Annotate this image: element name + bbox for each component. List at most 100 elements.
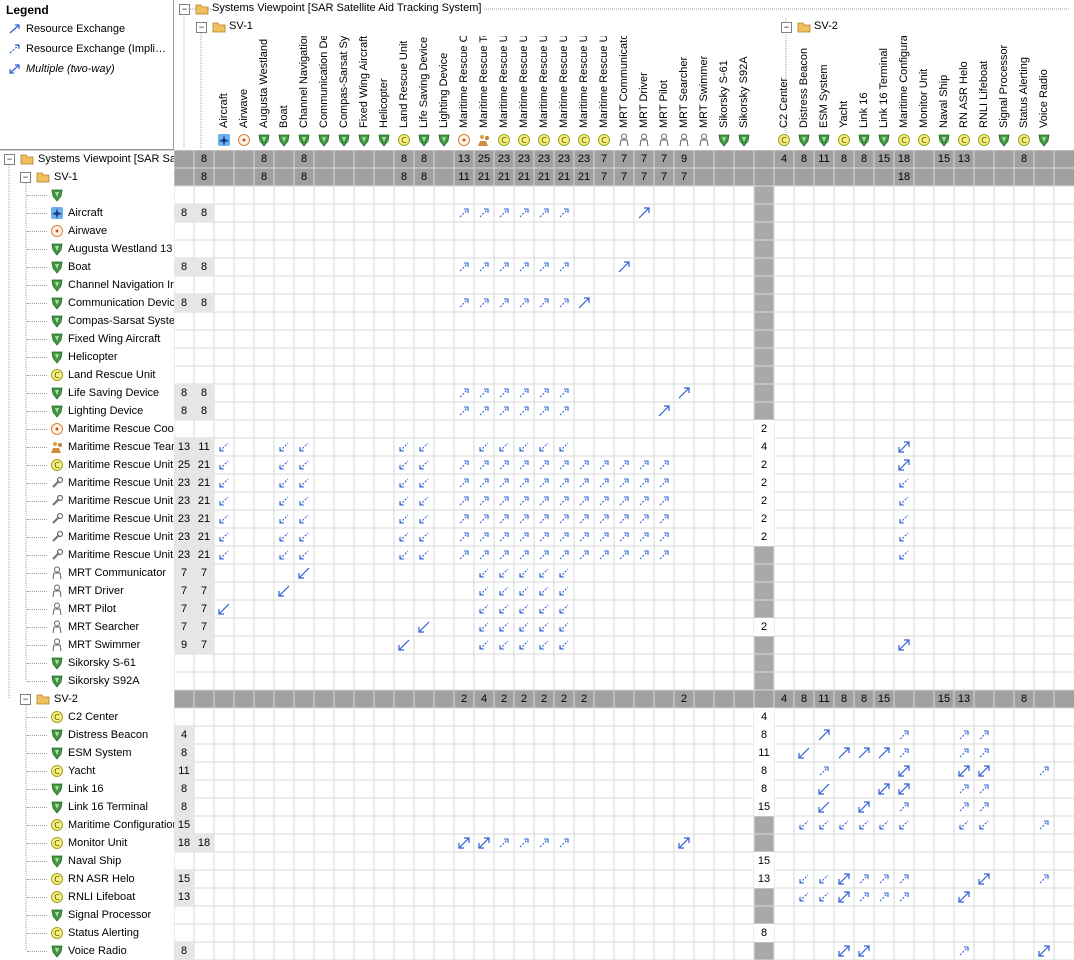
reverse-implied-arrow-icon[interactable] xyxy=(557,620,571,634)
implied-arrow-icon[interactable] xyxy=(657,512,671,526)
multiple-arrow-icon[interactable] xyxy=(677,836,691,850)
explicit-arrow-icon[interactable] xyxy=(857,746,871,760)
multiple-arrow-icon[interactable] xyxy=(837,890,851,904)
implied-arrow-icon[interactable] xyxy=(457,386,471,400)
implied-arrow-icon[interactable] xyxy=(457,530,471,544)
reverse-implied-arrow-icon[interactable] xyxy=(297,440,311,454)
reverse-implied-arrow-icon[interactable] xyxy=(417,476,431,490)
row-label[interactable]: Life Saving Device xyxy=(68,384,174,402)
reverse-implied-arrow-icon[interactable] xyxy=(497,566,511,580)
row-label[interactable] xyxy=(68,186,174,204)
reverse-implied-arrow-icon[interactable] xyxy=(897,494,911,508)
reverse-implied-arrow-icon[interactable] xyxy=(797,872,811,886)
row-label[interactable]: MRT Communicator xyxy=(68,564,174,582)
implied-arrow-icon[interactable] xyxy=(457,512,471,526)
multiple-arrow-icon[interactable] xyxy=(897,782,911,796)
reverse-implied-arrow-icon[interactable] xyxy=(557,602,571,616)
reverse-implied-arrow-icon[interactable] xyxy=(517,638,531,652)
explicit-arrow-icon[interactable] xyxy=(817,728,831,742)
explicit-arrow-icon[interactable] xyxy=(657,404,671,418)
row-label[interactable]: MRT Swimmer xyxy=(68,636,174,654)
implied-arrow-icon[interactable] xyxy=(657,548,671,562)
reverse-implied-arrow-icon[interactable] xyxy=(517,620,531,634)
implied-arrow-icon[interactable] xyxy=(517,386,531,400)
implied-arrow-icon[interactable] xyxy=(477,512,491,526)
multiple-arrow-icon[interactable] xyxy=(457,836,471,850)
row-label[interactable]: Status Alerting xyxy=(68,924,174,942)
reverse-explicit-arrow-icon[interactable] xyxy=(417,620,431,634)
implied-arrow-icon[interactable] xyxy=(477,296,491,310)
reverse-implied-arrow-icon[interactable] xyxy=(417,440,431,454)
row-label[interactable]: Maritime Rescue Unit I xyxy=(68,474,174,492)
implied-arrow-icon[interactable] xyxy=(477,206,491,220)
implied-arrow-icon[interactable] xyxy=(497,476,511,490)
row-label[interactable]: Helicopter xyxy=(68,348,174,366)
reverse-implied-arrow-icon[interactable] xyxy=(277,512,291,526)
reverse-implied-arrow-icon[interactable] xyxy=(397,476,411,490)
multiple-arrow-icon[interactable] xyxy=(477,836,491,850)
implied-arrow-icon[interactable] xyxy=(637,530,651,544)
reverse-implied-arrow-icon[interactable] xyxy=(297,476,311,490)
implied-arrow-icon[interactable] xyxy=(657,476,671,490)
implied-arrow-icon[interactable] xyxy=(517,206,531,220)
row-label[interactable]: Fixed Wing Aircraft xyxy=(68,330,174,348)
reverse-implied-arrow-icon[interactable] xyxy=(557,638,571,652)
row-label[interactable]: Boat xyxy=(68,258,174,276)
implied-arrow-icon[interactable] xyxy=(537,386,551,400)
reverse-implied-arrow-icon[interactable] xyxy=(897,530,911,544)
implied-arrow-icon[interactable] xyxy=(637,458,651,472)
reverse-implied-arrow-icon[interactable] xyxy=(277,458,291,472)
row-label[interactable]: MRT Searcher xyxy=(68,618,174,636)
reverse-implied-arrow-icon[interactable] xyxy=(977,818,991,832)
reverse-implied-arrow-icon[interactable] xyxy=(477,566,491,580)
implied-arrow-icon[interactable] xyxy=(477,494,491,508)
reverse-implied-arrow-icon[interactable] xyxy=(397,440,411,454)
reverse-implied-arrow-icon[interactable] xyxy=(497,638,511,652)
reverse-implied-arrow-icon[interactable] xyxy=(477,602,491,616)
reverse-implied-arrow-icon[interactable] xyxy=(417,512,431,526)
implied-arrow-icon[interactable] xyxy=(657,494,671,508)
implied-arrow-icon[interactable] xyxy=(457,296,471,310)
multiple-arrow-icon[interactable] xyxy=(897,458,911,472)
reverse-implied-arrow-icon[interactable] xyxy=(217,548,231,562)
explicit-arrow-icon[interactable] xyxy=(677,386,691,400)
multiple-arrow-icon[interactable] xyxy=(897,440,911,454)
implied-arrow-icon[interactable] xyxy=(617,512,631,526)
reverse-explicit-arrow-icon[interactable] xyxy=(297,566,311,580)
reverse-explicit-arrow-icon[interactable] xyxy=(797,746,811,760)
explicit-arrow-icon[interactable] xyxy=(877,746,891,760)
reverse-implied-arrow-icon[interactable] xyxy=(217,458,231,472)
implied-arrow-icon[interactable] xyxy=(477,458,491,472)
implied-arrow-icon[interactable] xyxy=(577,458,591,472)
implied-arrow-icon[interactable] xyxy=(617,530,631,544)
implied-arrow-icon[interactable] xyxy=(477,404,491,418)
reverse-implied-arrow-icon[interactable] xyxy=(217,530,231,544)
row-label[interactable]: Maritime Rescue Unit I xyxy=(68,528,174,546)
multiple-arrow-icon[interactable] xyxy=(897,764,911,778)
implied-arrow-icon[interactable] xyxy=(497,260,511,274)
row-label[interactable]: Distress Beacon xyxy=(68,726,174,744)
implied-arrow-icon[interactable] xyxy=(897,890,911,904)
reverse-implied-arrow-icon[interactable] xyxy=(217,476,231,490)
implied-arrow-icon[interactable] xyxy=(557,548,571,562)
implied-arrow-icon[interactable] xyxy=(457,548,471,562)
reverse-implied-arrow-icon[interactable] xyxy=(417,458,431,472)
reverse-implied-arrow-icon[interactable] xyxy=(837,818,851,832)
reverse-implied-arrow-icon[interactable] xyxy=(397,494,411,508)
implied-arrow-icon[interactable] xyxy=(537,494,551,508)
multiple-arrow-icon[interactable] xyxy=(1037,944,1051,958)
implied-arrow-icon[interactable] xyxy=(1037,872,1051,886)
implied-arrow-icon[interactable] xyxy=(557,260,571,274)
reverse-implied-arrow-icon[interactable] xyxy=(797,890,811,904)
implied-arrow-icon[interactable] xyxy=(517,530,531,544)
implied-arrow-icon[interactable] xyxy=(497,548,511,562)
row-label[interactable]: ESM System xyxy=(68,744,174,762)
reverse-implied-arrow-icon[interactable] xyxy=(817,890,831,904)
implied-arrow-icon[interactable] xyxy=(517,494,531,508)
reverse-implied-arrow-icon[interactable] xyxy=(397,548,411,562)
row-label[interactable]: Naval Ship xyxy=(68,852,174,870)
implied-arrow-icon[interactable] xyxy=(957,746,971,760)
reverse-explicit-arrow-icon[interactable] xyxy=(397,638,411,652)
implied-arrow-icon[interactable] xyxy=(637,548,651,562)
multiple-arrow-icon[interactable] xyxy=(897,638,911,652)
